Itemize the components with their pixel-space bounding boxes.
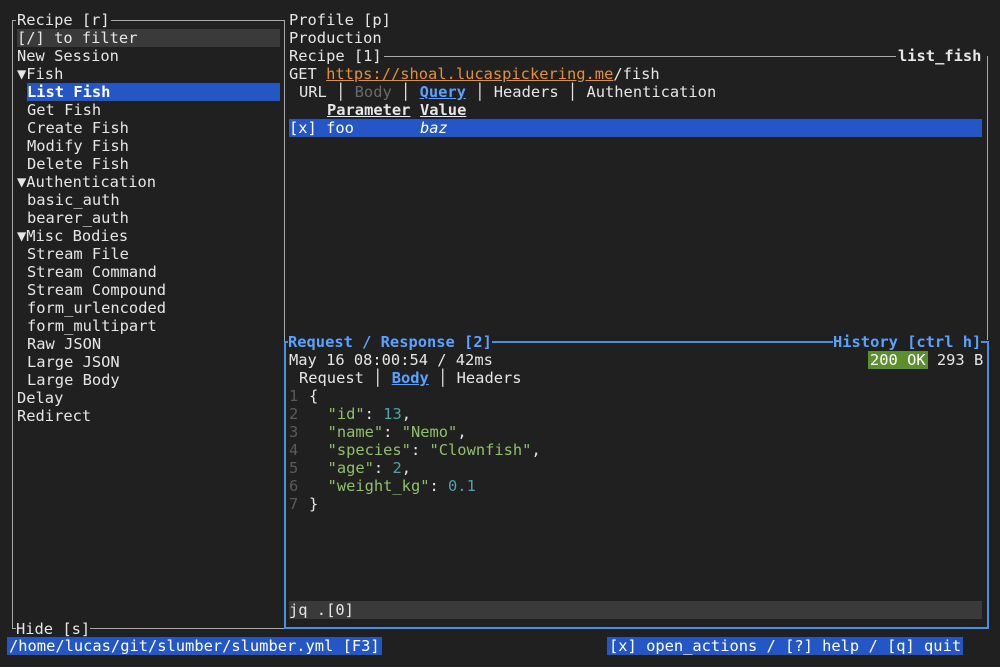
recipe-folder[interactable]: Delay (17, 389, 63, 407)
tab-request[interactable]: Request (299, 369, 364, 387)
recipe-detail-title[interactable]: Recipe [1] (289, 47, 382, 65)
recipe-folder[interactable]: ▼Authentication (17, 173, 156, 191)
recipe-item[interactable]: Get Fish (27, 101, 101, 119)
json-line: 7} (289, 495, 318, 513)
json-comma: , (401, 405, 411, 423)
json-line: 3 "name": "Nemo", (289, 423, 467, 441)
json-value: "Nemo" (401, 423, 458, 441)
jq-query-text: jq .[0] (289, 601, 354, 619)
recipe-detail-rule (384, 56, 896, 57)
history-button[interactable]: History [ctrl h] (833, 333, 982, 351)
recipe-tabs: URL │ Body │ Query │ Headers │ Authentic… (299, 83, 717, 101)
profile-title[interactable]: Profile [p] (289, 11, 391, 29)
jq-query-input[interactable]: jq .[0] (289, 601, 982, 619)
tab-response-body[interactable]: Body (392, 369, 429, 387)
recipe-item[interactable]: Large JSON (27, 353, 120, 371)
response-size: 293 B (936, 351, 984, 369)
recipe-folder[interactable]: Redirect (17, 407, 91, 425)
response-panel-title[interactable]: Request / Response [2] (288, 333, 492, 351)
recipe-folder[interactable]: ▼Fish (17, 65, 63, 83)
file-path[interactable]: /home/lucas/git/slumber/slumber.yml [F3] (7, 637, 382, 655)
json-value: 2 (392, 459, 402, 477)
query-value[interactable]: baz (420, 119, 448, 137)
query-header-parameter: Parameter (327, 101, 411, 119)
line-number: 5 (289, 459, 299, 477)
json-comma: , (531, 441, 541, 459)
tab-url[interactable]: URL (299, 83, 327, 101)
json-comma: , (401, 459, 411, 477)
json-key: "species" (327, 441, 411, 459)
recipe-item[interactable]: Stream File (27, 245, 129, 263)
json-key: "age" (327, 459, 374, 477)
response-timestamp: May 16 08:00:54 / 42ms (289, 351, 493, 369)
status-badge: 200 OK (868, 351, 928, 369)
json-key: "id" (327, 405, 365, 423)
tab-authentication[interactable]: Authentication (586, 83, 716, 101)
recipe-filter-input[interactable]: [/] to filter (17, 29, 280, 47)
url-path: /fish (613, 65, 660, 83)
profile-value[interactable]: Production (289, 29, 382, 47)
request-url: GET https://shoal.lucaspickering.me/fish (289, 65, 660, 83)
recipe-id: list_fish (898, 47, 982, 65)
json-value: 13 (383, 405, 402, 423)
filter-hint: [/] to filter (17, 29, 138, 47)
recipe-item[interactable]: Raw JSON (27, 335, 101, 353)
recipe-panel-title[interactable]: Recipe [r] (16, 11, 111, 29)
json-line: 4 "species": "Clownfish", (289, 441, 541, 459)
recipe-item[interactable]: Stream Compound (27, 281, 166, 299)
line-number: 3 (289, 423, 299, 441)
recipe-item[interactable]: Modify Fish (27, 137, 129, 155)
tab-query[interactable]: Query (420, 83, 466, 101)
response-status-line: 200 OK 293 B (868, 351, 983, 369)
json-line: 2 "id": 13, (289, 405, 411, 423)
line-number: 4 (289, 441, 299, 459)
recipe-item[interactable]: List Fish (27, 83, 280, 101)
query-toggle[interactable]: [x] (289, 119, 317, 137)
json-value: 0.1 (448, 477, 476, 495)
recipe-folder[interactable]: New Session (17, 47, 119, 65)
json-line: 6 "weight_kg": 0.1 (289, 477, 476, 495)
recipe-item[interactable]: Create Fish (27, 119, 129, 137)
recipe-item[interactable]: Large Body (27, 371, 120, 389)
json-brace: { (309, 387, 319, 405)
query-param: foo (326, 119, 354, 137)
line-number: 7 (289, 495, 299, 513)
json-key: "name" (327, 423, 384, 441)
http-method: GET (289, 65, 317, 83)
line-number: 1 (289, 387, 299, 405)
json-value: "Clownfish" (429, 441, 532, 459)
recipe-item[interactable]: Stream Command (27, 263, 157, 281)
json-brace: } (309, 495, 319, 513)
tab-headers[interactable]: Headers (494, 83, 559, 101)
recipe-item[interactable]: form_multipart (27, 317, 157, 335)
line-number: 6 (289, 477, 299, 495)
recipe-folder[interactable]: ▼Misc Bodies (17, 227, 128, 245)
json-line: 1{ (289, 387, 318, 405)
tab-response-headers[interactable]: Headers (457, 369, 522, 387)
response-tabs: Request │ Body │ Headers (299, 369, 522, 387)
recipe-item[interactable]: basic_auth (27, 191, 120, 209)
hide-button[interactable]: Hide [s] (16, 620, 91, 638)
tab-body[interactable]: Body (355, 83, 392, 101)
line-number: 2 (289, 405, 299, 423)
url-link[interactable]: https://shoal.lucaspickering.me (326, 65, 613, 83)
json-key: "weight_kg" (327, 477, 430, 495)
shortcut-actions[interactable]: [x] open_actions / [?] help / [q] quit (607, 637, 964, 655)
recipe-item[interactable]: Delete Fish (27, 155, 129, 173)
recipe-item[interactable]: form_urlencoded (27, 299, 166, 317)
json-line: 5 "age": 2, (289, 459, 411, 477)
query-header-value: Value (420, 101, 467, 119)
recipe-right-edge (987, 56, 988, 340)
json-comma: , (457, 423, 467, 441)
recipe-item[interactable]: bearer_auth (27, 209, 129, 227)
query-row[interactable]: [x] foo (289, 119, 982, 137)
